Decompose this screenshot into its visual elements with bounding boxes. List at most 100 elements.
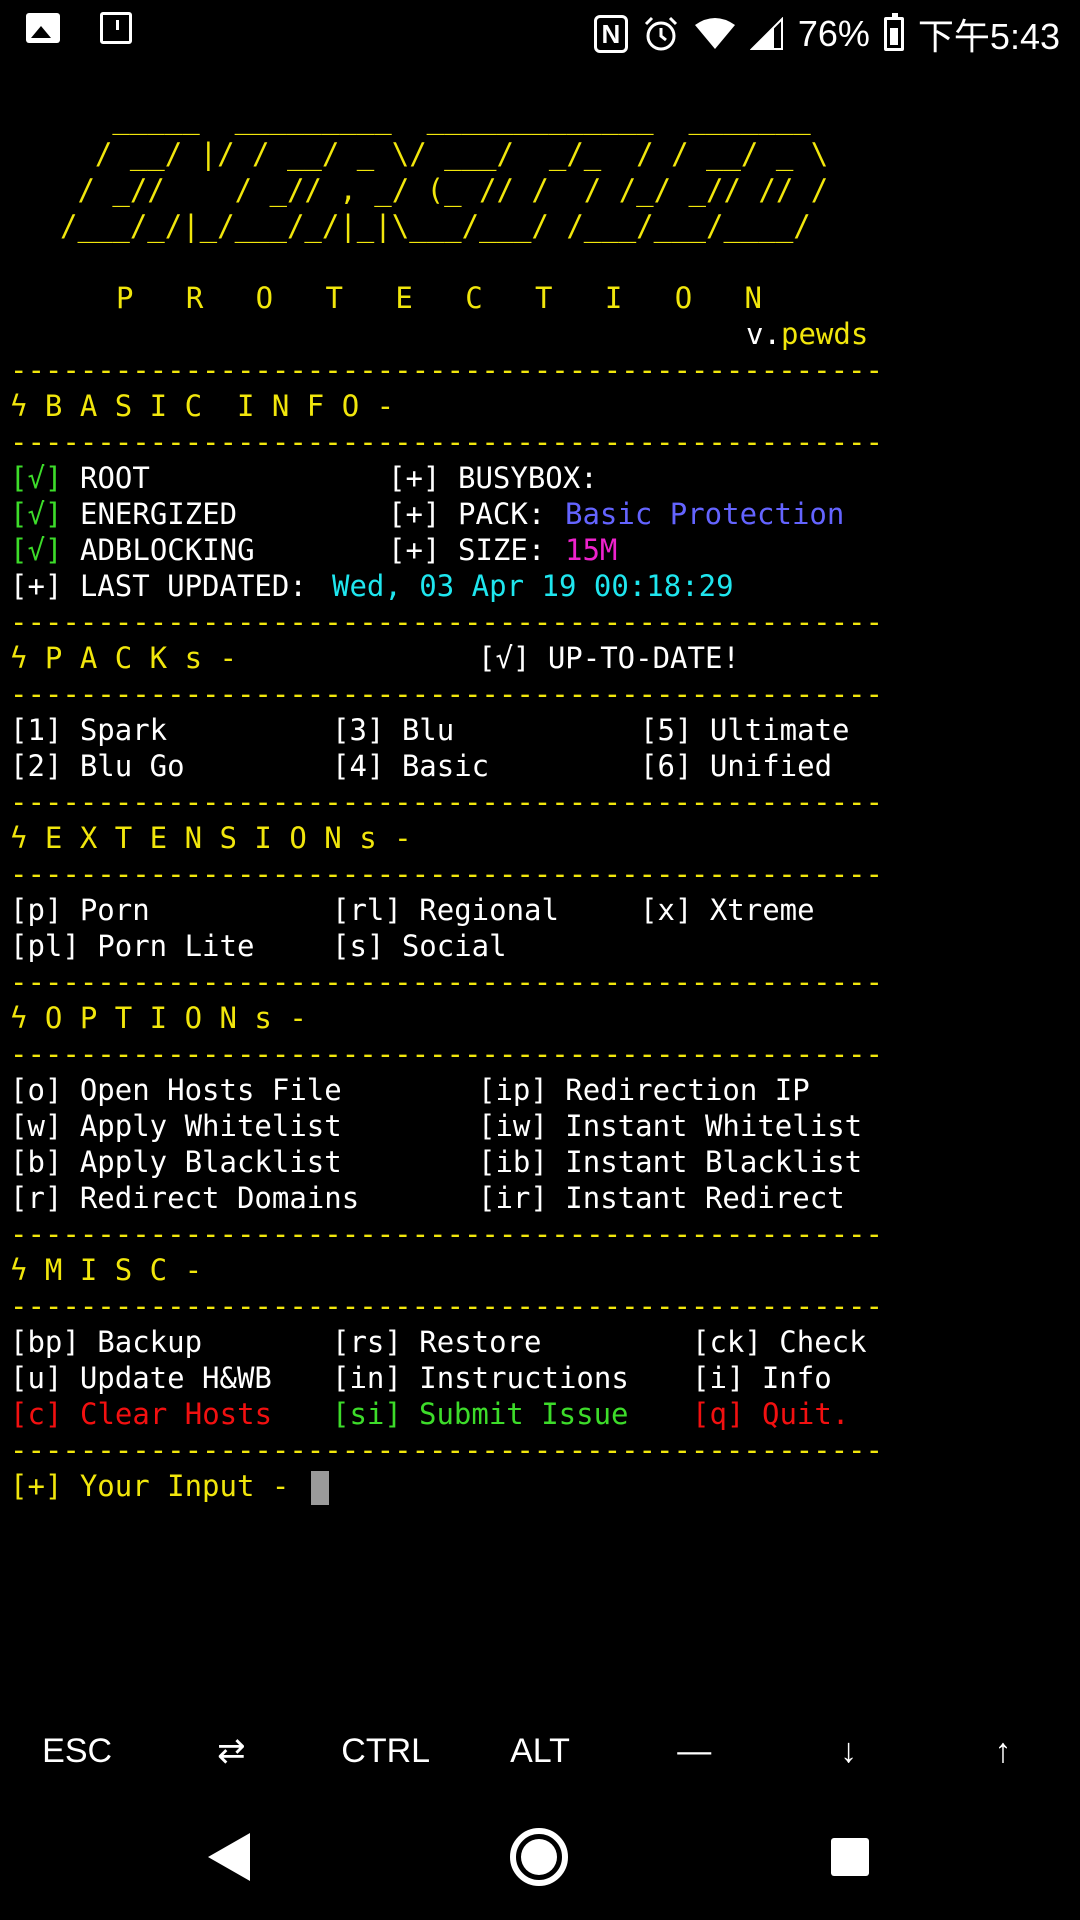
divider: ----------------------------------------… xyxy=(10,1433,883,1467)
battery-icon xyxy=(883,13,904,51)
root-status: ROOT xyxy=(80,461,150,495)
options-row-3: [b] Apply Blacklist [ib] Instant Blackli… xyxy=(10,1144,1070,1180)
quit-label[interactable]: Quit. xyxy=(762,1396,849,1432)
option-open-hosts-file[interactable]: [o] Open Hosts File xyxy=(10,1072,342,1108)
option-instant-whitelist[interactable]: [iw] Instant Whitelist xyxy=(478,1108,862,1144)
divider: ----------------------------------------… xyxy=(10,1217,883,1251)
option-redirect-domains[interactable]: [r] Redirect Domains xyxy=(10,1180,359,1216)
misc-option-check[interactable]: [ck] Check xyxy=(692,1324,867,1360)
option-redirection-ip[interactable]: [ip] Redirection IP xyxy=(478,1072,810,1108)
divider: ----------------------------------------… xyxy=(10,965,883,999)
option-apply-blacklist[interactable]: [b] Apply Blacklist xyxy=(10,1144,342,1180)
basic-info-row-1: [√] ROOT [+] BUSYBOX: xyxy=(10,460,1070,496)
check-mark: [√] xyxy=(10,497,63,531)
divider: ----------------------------------------… xyxy=(10,1037,883,1071)
esc-key[interactable]: ESC xyxy=(0,1705,154,1797)
ascii-banner-line-3: / _// / _// , _/ (_ // / / /_/ _// // / xyxy=(60,173,829,207)
ascii-banner-line-2: / __/ |/ / __/ _ \/ ___/ _/_ / / __/ _ \ xyxy=(60,137,829,171)
divider: ----------------------------------------… xyxy=(10,677,883,711)
pack-option-blu-go[interactable]: [2] Blu Go xyxy=(10,748,185,784)
plus-marker: [+] xyxy=(388,497,441,531)
option-apply-whitelist[interactable]: [w] Apply Whitelist xyxy=(10,1108,342,1144)
busybox-label: BUSYBOX: xyxy=(458,461,598,495)
packs-header-row: ϟ P A C K s - [√] UP-TO-DATE! xyxy=(10,640,1070,676)
pack-label: PACK: xyxy=(458,497,546,531)
misc-row-1: [bp] Backup [rs] Restore [ck] Check xyxy=(10,1324,1070,1360)
basic-info-row-2: [√] ENERGIZED [+] PACK: Basic Protection xyxy=(10,496,1070,532)
clock: 下午5:43 xyxy=(917,16,1060,57)
divider: ----------------------------------------… xyxy=(10,1289,883,1323)
adblocking-status: ADBLOCKING xyxy=(80,533,255,567)
option-instant-blacklist[interactable]: [ib] Instant Blacklist xyxy=(478,1144,862,1180)
misc-header: ϟ M I S C - xyxy=(10,1253,203,1287)
pack-option-blu[interactable]: [3] Blu xyxy=(332,712,454,748)
submit-issue-key[interactable]: [si] xyxy=(332,1396,402,1432)
dash-key[interactable]: — xyxy=(617,1705,771,1797)
divider: ----------------------------------------… xyxy=(10,857,883,891)
input-prompt-label: [+] Your Input - xyxy=(10,1469,307,1503)
last-updated-value: Wed, 03 Apr 19 00:18:29 xyxy=(332,569,734,603)
back-icon[interactable] xyxy=(208,1833,250,1881)
misc-option-info[interactable]: [i] Info xyxy=(692,1360,832,1396)
text-cursor xyxy=(310,1471,329,1505)
options-row-1: [o] Open Hosts File [ip] Redirection IP xyxy=(10,1072,1070,1108)
extension-option-social[interactable]: [s] Social xyxy=(332,928,507,964)
home-icon[interactable] xyxy=(510,1828,568,1886)
clear-hosts-label[interactable]: Clear Hosts xyxy=(80,1396,272,1432)
arrow-up-key[interactable]: ↑ xyxy=(926,1705,1080,1797)
alt-key[interactable]: ALT xyxy=(463,1705,617,1797)
misc-option-restore[interactable]: [rs] Restore xyxy=(332,1324,542,1360)
extension-option-xtreme[interactable]: [x] Xtreme xyxy=(640,892,815,928)
protection-title: P R O T E C T I O N xyxy=(116,281,763,315)
basic-info-header: ϟ B A S I C I N F O - xyxy=(10,389,395,423)
divider: ----------------------------------------… xyxy=(10,353,883,387)
version-prefix: v. xyxy=(746,317,781,351)
pack-option-spark[interactable]: [1] Spark xyxy=(10,712,167,748)
misc-row-2: [u] Update H&WB [in] Instructions [i] In… xyxy=(10,1360,1070,1396)
packs-header: ϟ P A C K s - xyxy=(10,641,237,675)
extension-option-porn-lite[interactable]: [pl] Porn Lite xyxy=(10,928,254,964)
terminal-output[interactable]: _____ _________ _____________ _______ / … xyxy=(10,100,1070,1505)
misc-option-update[interactable]: [u] Update H&WB xyxy=(10,1360,272,1396)
arrow-down-key[interactable]: ↓ xyxy=(771,1705,925,1797)
check-mark: [√] xyxy=(10,533,63,567)
extension-option-regional[interactable]: [rl] Regional xyxy=(332,892,559,928)
tab-key[interactable]: ⇄ xyxy=(154,1705,308,1797)
submit-issue-label[interactable]: Submit Issue xyxy=(419,1396,629,1432)
pack-option-unified[interactable]: [6] Unified xyxy=(640,748,832,784)
pack-option-ultimate[interactable]: [5] Ultimate xyxy=(640,712,850,748)
pack-option-basic[interactable]: [4] Basic xyxy=(332,748,489,784)
ascii-banner-line-4: /___/_/|_/___/_/|_|\___/___/ /___/___/__… xyxy=(60,209,811,243)
extensions-row-1: [p] Porn [rl] Regional [x] Xtreme xyxy=(10,892,1070,928)
last-updated-label: [+] LAST UPDATED: xyxy=(10,569,307,603)
packs-row-1: [1] Spark [3] Blu [5] Ultimate xyxy=(10,712,1070,748)
alarm-icon xyxy=(644,16,677,51)
size-value: 15M xyxy=(565,533,618,567)
clear-hosts-key[interactable]: [c] xyxy=(10,1396,62,1432)
options-header: ϟ O P T I O N s - xyxy=(10,1001,307,1035)
packs-status: [√] UP-TO-DATE! xyxy=(478,641,740,675)
battery-percent: 76% xyxy=(797,13,870,54)
signal-icon xyxy=(749,17,783,50)
wifi-icon xyxy=(694,18,735,49)
gallery-notification-icon xyxy=(26,13,60,43)
extra-keys-row: ESC ⇄ CTRL ALT — ↓ ↑ xyxy=(0,1705,1080,1797)
extensions-row-2: [pl] Porn Lite [s] Social xyxy=(10,928,1070,964)
version-line: v. pewds xyxy=(10,316,1070,352)
status-bar: N 76% 下午5:43 xyxy=(0,0,1080,62)
misc-option-backup[interactable]: [bp] Backup xyxy=(10,1324,202,1360)
check-mark: [√] xyxy=(10,461,63,495)
plus-marker: [+] xyxy=(388,533,441,567)
basic-info-row-3: [√] ADBLOCKING [+] SIZE: 15M xyxy=(10,532,1070,568)
recent-apps-icon[interactable] xyxy=(831,1838,869,1876)
option-instant-redirect[interactable]: [ir] Instant Redirect xyxy=(478,1180,845,1216)
input-prompt[interactable]: [+] Your Input - xyxy=(10,1468,1070,1505)
pack-value: Basic Protection xyxy=(565,497,845,531)
ctrl-key[interactable]: CTRL xyxy=(309,1705,463,1797)
energized-status: ENERGIZED xyxy=(80,497,238,531)
options-row-4: [r] Redirect Domains [ir] Instant Redire… xyxy=(10,1180,1070,1216)
quit-key[interactable]: [q] xyxy=(692,1396,744,1432)
misc-option-instructions[interactable]: [in] Instructions xyxy=(332,1360,629,1396)
divider: ----------------------------------------… xyxy=(10,785,883,819)
extension-option-porn[interactable]: [p] Porn xyxy=(10,892,150,928)
